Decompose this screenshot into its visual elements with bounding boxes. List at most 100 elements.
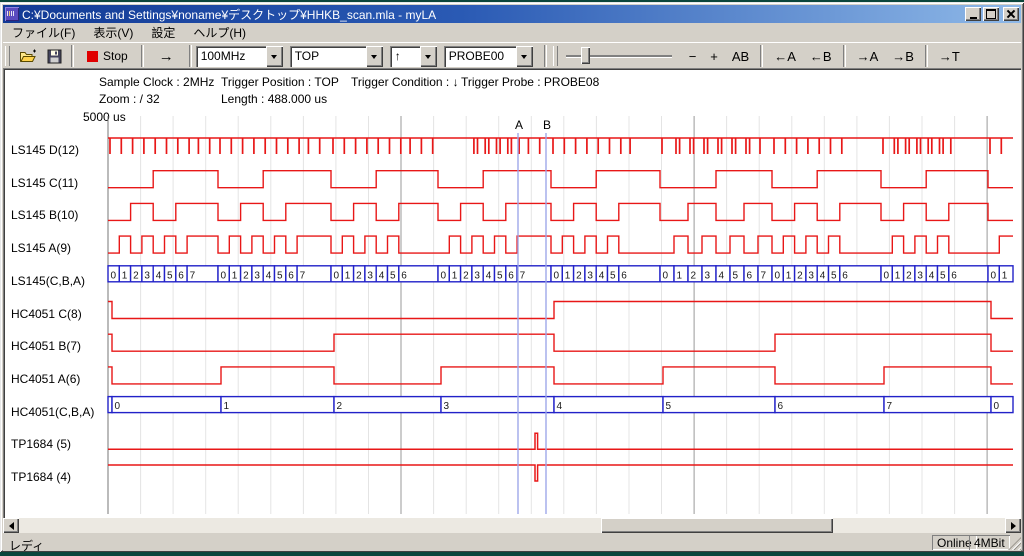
toolbar-separator	[71, 45, 74, 67]
menu-settings[interactable]: 設定	[142, 22, 184, 43]
svg-text:6: 6	[842, 270, 848, 281]
trigger-probe-select-value[interactable]: PROBE00	[444, 46, 516, 67]
svg-text:0: 0	[115, 401, 121, 412]
scroll-left-button[interactable]	[3, 518, 19, 533]
menu-file[interactable]: ファイル(F)	[3, 22, 84, 43]
svg-text:1: 1	[565, 270, 571, 281]
close-button[interactable]	[1003, 7, 1019, 21]
svg-text:3: 3	[587, 270, 593, 281]
menu-view[interactable]: 表示(V)	[84, 22, 142, 43]
waveform-client-area[interactable]: Sample Clock : 2MHz Trigger Position : T…	[3, 68, 1021, 518]
zoom-out-button[interactable]: −	[682, 45, 704, 67]
cursor-a-right-button[interactable]: →A	[850, 45, 886, 67]
save-button[interactable]	[42, 44, 67, 68]
trigger-probe-select[interactable]: PROBE00	[444, 46, 533, 67]
cursor-b-left-button[interactable]: ←B	[803, 45, 839, 67]
status-bar: レディ Online 4MBit	[3, 535, 1021, 551]
cursor-lines[interactable]	[518, 133, 546, 514]
zoom-slider[interactable]	[566, 44, 672, 68]
trigger-edge-select[interactable]: ↑	[390, 46, 437, 67]
svg-text:2: 2	[356, 270, 362, 281]
svg-text:5: 5	[497, 270, 503, 281]
svg-text:6: 6	[951, 270, 957, 281]
chevron-down-icon	[425, 55, 431, 62]
run-button[interactable]: →	[148, 44, 185, 68]
scroll-left-icon	[5, 522, 14, 530]
desktop: { "window": { "title": "C:¥Documents and…	[0, 0, 1024, 556]
clock-select-value[interactable]: 100MHz	[196, 46, 266, 67]
open-file-button[interactable]	[14, 44, 42, 68]
toolbar-separator	[544, 45, 547, 67]
trigger-position-select[interactable]: TOP	[290, 46, 383, 67]
slider-thumb[interactable]	[581, 47, 590, 64]
svg-text:0: 0	[441, 270, 447, 281]
dropdown-arrow-icon[interactable]	[266, 46, 283, 67]
svg-text:7: 7	[887, 401, 893, 412]
status-ready-text: レディ	[9, 537, 44, 554]
maximize-button[interactable]	[983, 7, 999, 21]
title-bar[interactable]: C:¥Documents and Settings¥noname¥デスクトップ¥…	[3, 5, 1021, 23]
svg-text:3: 3	[144, 270, 150, 281]
svg-text:4: 4	[266, 270, 272, 281]
svg-text:0: 0	[775, 270, 781, 281]
waveform-plot[interactable]: 0123456701234567012345601234567012345601…	[3, 68, 1021, 518]
svg-text:2: 2	[337, 401, 343, 412]
zoom-in-button[interactable]: +	[703, 45, 725, 67]
trigger-edge-select-value[interactable]: ↑	[390, 46, 420, 67]
svg-text:5: 5	[167, 270, 173, 281]
toolbar-separator	[141, 45, 144, 67]
svg-text:4: 4	[557, 401, 563, 412]
minimize-button[interactable]	[965, 7, 981, 21]
svg-text:6: 6	[778, 401, 784, 412]
svg-text:3: 3	[917, 270, 923, 281]
svg-text:7: 7	[761, 270, 767, 281]
toolbar-grip[interactable]	[553, 46, 558, 66]
minimize-icon	[970, 17, 977, 19]
horizontal-scrollbar[interactable]	[3, 518, 1021, 533]
svg-text:7: 7	[190, 270, 196, 281]
svg-text:0: 0	[994, 401, 1000, 412]
svg-text:5: 5	[940, 270, 946, 281]
app-icon	[5, 7, 19, 21]
svg-text:2: 2	[576, 270, 582, 281]
toolbar-separator	[925, 45, 928, 67]
toolbar: Stop → 100MHz TOP ↑ PROBE00 −+AB ←A←B →A→B →T	[3, 42, 1021, 69]
svg-text:4: 4	[379, 270, 385, 281]
scrollbar-thumb[interactable]	[601, 518, 833, 533]
dropdown-arrow-icon[interactable]	[366, 46, 383, 67]
svg-text:6: 6	[621, 270, 627, 281]
menu-help[interactable]: ヘルプ(H)	[184, 22, 255, 43]
app-window: C:¥Documents and Settings¥noname¥デスクトップ¥…	[0, 2, 1024, 552]
dropdown-arrow-icon[interactable]	[420, 46, 437, 67]
go-to-trigger-button[interactable]: →T	[932, 45, 967, 67]
svg-text:0: 0	[334, 270, 340, 281]
cursor-a-left-button[interactable]: ←A	[767, 45, 803, 67]
svg-text:6: 6	[288, 270, 294, 281]
trigger-position-select-value[interactable]: TOP	[290, 46, 366, 67]
svg-text:0: 0	[554, 270, 560, 281]
dropdown-arrow-icon[interactable]	[516, 46, 533, 67]
svg-text:1: 1	[345, 270, 351, 281]
svg-text:3: 3	[705, 270, 711, 281]
svg-text:3: 3	[474, 270, 480, 281]
toolbar-grip[interactable]	[5, 46, 10, 66]
resize-grip[interactable]	[1008, 537, 1021, 550]
svg-text:2: 2	[797, 270, 803, 281]
cursor-b-right-button[interactable]: →B	[885, 45, 921, 67]
svg-text:7: 7	[300, 270, 306, 281]
svg-text:3: 3	[254, 270, 260, 281]
chevron-down-icon	[521, 55, 527, 62]
ab-span-button[interactable]: AB	[725, 45, 756, 67]
svg-text:2: 2	[691, 270, 697, 281]
close-icon	[1007, 10, 1015, 18]
run-arrow-icon: →	[159, 48, 174, 65]
svg-text:1: 1	[122, 270, 128, 281]
svg-text:5: 5	[831, 270, 837, 281]
svg-text:2: 2	[463, 270, 469, 281]
clock-select[interactable]: 100MHz	[196, 46, 283, 67]
svg-text:4: 4	[156, 270, 162, 281]
stop-button[interactable]: Stop	[78, 44, 137, 68]
scroll-right-button[interactable]	[1005, 518, 1021, 533]
window-controls	[965, 7, 1021, 21]
svg-text:1: 1	[786, 270, 792, 281]
